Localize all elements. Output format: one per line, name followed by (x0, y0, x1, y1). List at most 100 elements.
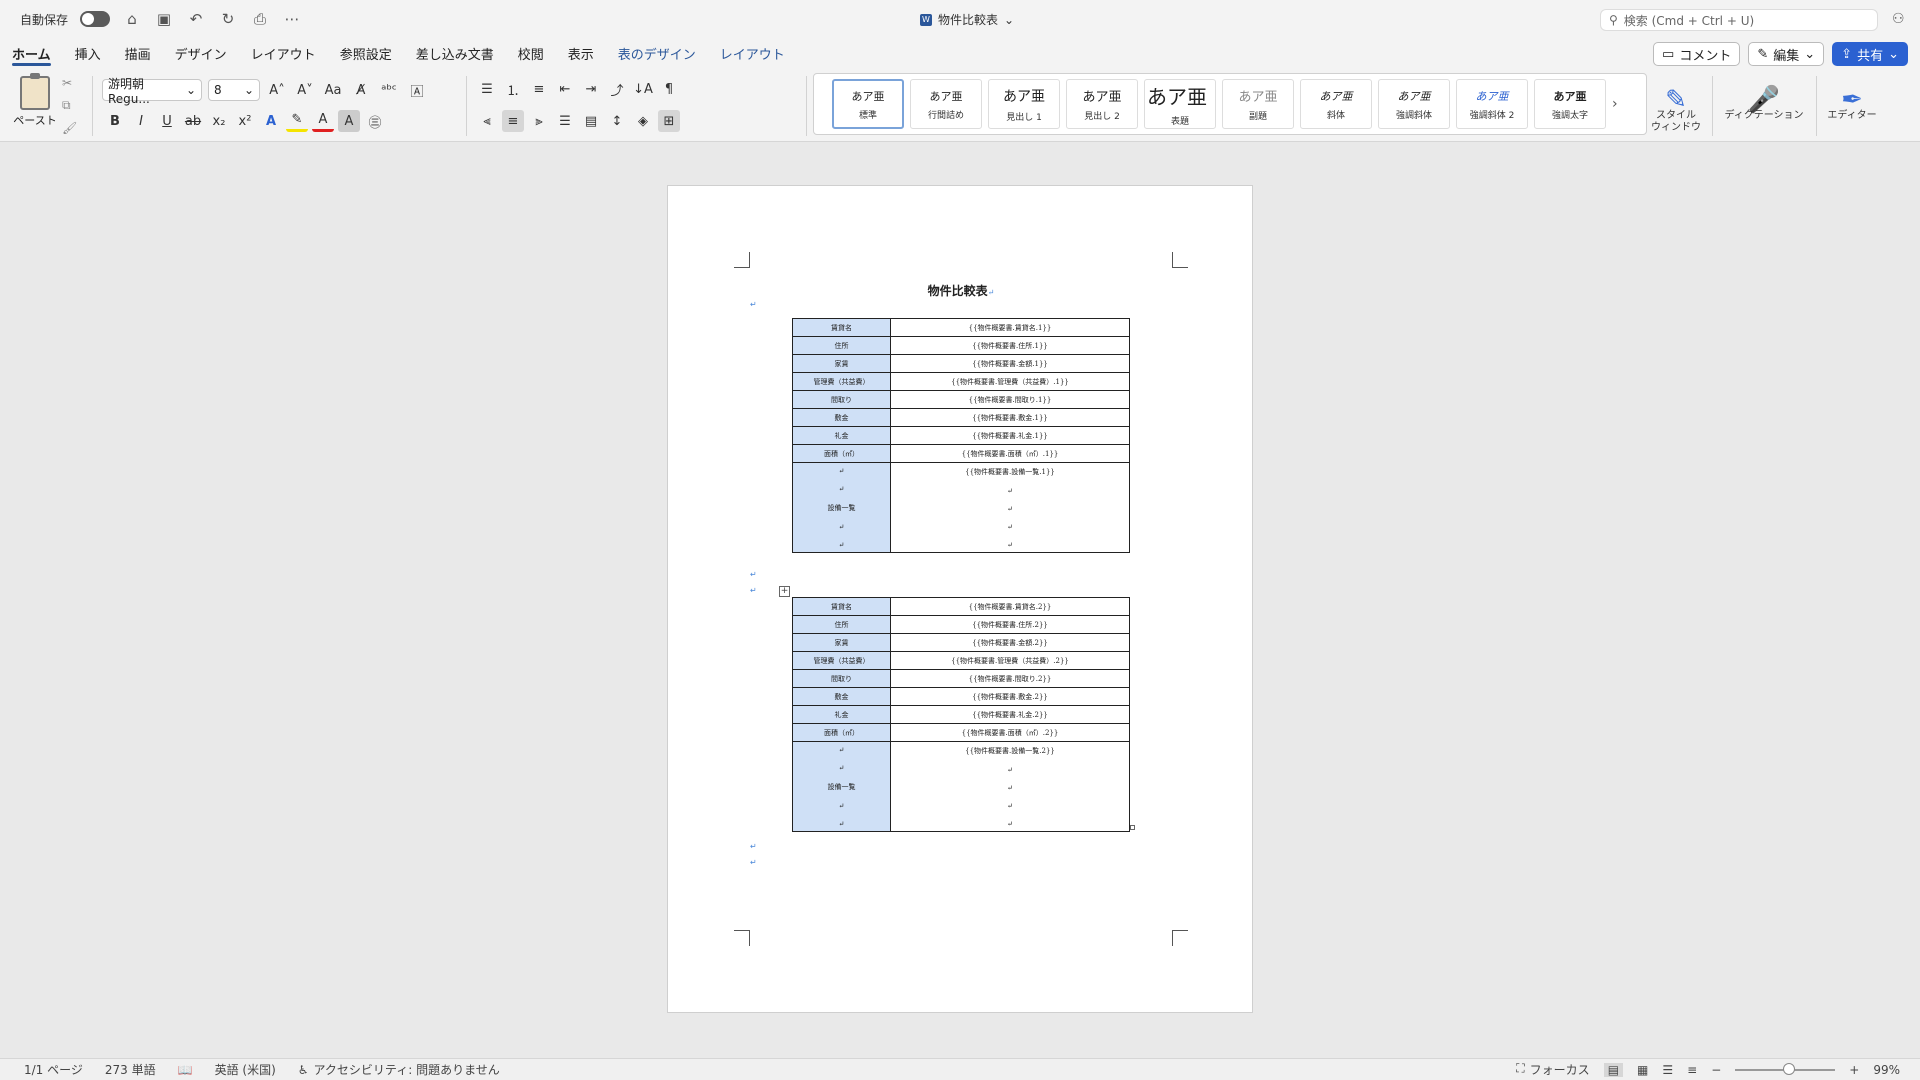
page-count[interactable]: 1/1 ページ (24, 1061, 83, 1078)
dictation-button[interactable]: 🎤 ディクテーション (1718, 74, 1810, 122)
row-value[interactable]: {{物件概要書.間取り.1}} (890, 390, 1130, 409)
character-border-icon[interactable]: 🄰 (406, 79, 428, 101)
row-label[interactable]: 敷金 (792, 687, 891, 706)
table-move-handle[interactable]: + (779, 586, 790, 597)
highlight-icon[interactable]: ✎ (286, 110, 308, 132)
row-label[interactable]: 賃貸名 (792, 318, 891, 337)
superscript-icon[interactable]: x² (234, 110, 256, 132)
row-value[interactable]: {{物件概要書.住所.2}} (890, 615, 1130, 634)
font-name-dropdown[interactable]: 游明朝 Regu... ⌄ (102, 77, 202, 106)
style-intense-emphasis-2[interactable]: あア亜 強調斜体 2 (1456, 79, 1528, 129)
row-label[interactable]: 敷金 (792, 408, 891, 427)
word-count[interactable]: 273 単語 (105, 1061, 156, 1078)
text-direction-icon[interactable]: ⤴ (606, 78, 628, 100)
style-intense-emphasis[interactable]: あア亜 強調斜体 (1378, 79, 1450, 129)
zoom-in-icon[interactable]: + (1849, 1063, 1859, 1077)
font-size-dropdown[interactable]: 8 ⌄ (208, 79, 260, 101)
row-label[interactable]: 面積（㎡） (792, 723, 891, 742)
tab-insert[interactable]: 挿入 (75, 38, 101, 68)
strikethrough-icon[interactable]: ab (182, 110, 204, 132)
style-strong[interactable]: あア亜 強調太字 (1534, 79, 1606, 129)
show-marks-icon[interactable]: ¶ (658, 78, 680, 100)
undo-icon[interactable]: ↶ (186, 9, 206, 29)
row-label[interactable]: 礼金 (792, 426, 891, 445)
change-case-icon[interactable]: Aa (322, 79, 344, 101)
tab-references[interactable]: 参照設定 (340, 38, 392, 68)
focus-mode-button[interactable]: ⛶ フォーカス (1516, 1061, 1589, 1078)
row-value[interactable]: {{物件概要書.賃貸名.2}} (890, 597, 1130, 616)
style-no-spacing[interactable]: あア亜 行間詰め (910, 79, 982, 129)
web-layout-icon[interactable]: ▦ (1637, 1063, 1648, 1077)
decrease-indent-icon[interactable]: ⇤ (554, 78, 576, 100)
shrink-font-icon[interactable]: A˅ (294, 79, 316, 101)
sort-icon[interactable]: ↓A (632, 78, 654, 100)
document-heading[interactable]: 物件比較表↵ (668, 282, 1254, 299)
row-label[interactable]: 住所 (792, 336, 891, 355)
accessibility-status[interactable]: ♿ アクセシビリティ: 問題ありません (298, 1061, 500, 1078)
print-icon[interactable]: ⎙ (250, 9, 270, 29)
home-icon[interactable]: ⌂ (122, 9, 142, 29)
row-value[interactable]: {{物件概要書.礼金.1}} (890, 426, 1130, 445)
edit-mode-button[interactable]: ✎ 編集 ⌄ (1748, 42, 1825, 66)
style-window-button[interactable]: ✎ スタイル ウィンドウ (1648, 74, 1704, 134)
phonetic-guide-icon[interactable]: ᵃᵇᶜ (378, 79, 400, 101)
account-icon[interactable]: ⚇ (1892, 11, 1905, 27)
table-resize-handle[interactable] (1130, 825, 1135, 830)
shading-icon[interactable]: ◈ (632, 110, 654, 132)
search-box[interactable]: ⚲ 検索 (Cmd + Ctrl + U) (1600, 9, 1878, 31)
property-table-2[interactable]: 賃貸名 {{物件概要書.賃貸名.2}} 住所 {{物件概要書.住所.2}} 家賃{{… (792, 597, 1130, 832)
zoom-slider-knob[interactable] (1783, 1062, 1796, 1075)
draft-view-icon[interactable]: ≡ (1687, 1063, 1697, 1077)
zoom-slider[interactable] (1735, 1062, 1836, 1075)
tab-view[interactable]: 表示 (568, 38, 594, 68)
bullets-icon[interactable]: ☰ (476, 78, 498, 100)
print-layout-icon[interactable]: ▤ (1603, 1062, 1624, 1077)
row-value[interactable]: {{物件概要書.賃貸名.1}} (890, 318, 1130, 337)
style-normal[interactable]: あア亜 標準 (832, 79, 904, 129)
tab-design[interactable]: デザイン (175, 38, 227, 68)
row-label[interactable]: 礼金 (792, 705, 891, 724)
tab-table-design[interactable]: 表のデザイン (618, 38, 696, 68)
style-heading-1[interactable]: あア亜 見出し 1 (988, 79, 1060, 129)
row-label[interactable]: 間取り (792, 390, 891, 409)
justify-icon[interactable]: ☰ (554, 110, 576, 132)
align-left-icon[interactable]: ⫷ (476, 110, 498, 132)
tab-mailings[interactable]: 差し込み文書 (416, 38, 494, 68)
row-label[interactable]: 家賃 (792, 354, 891, 373)
row-value[interactable]: {{物件概要書.管理費（共益費）.2}} (890, 651, 1130, 670)
line-spacing-icon[interactable]: ↕ (606, 110, 628, 132)
row-value[interactable]: {{物件概要書.金額.1}} (890, 354, 1130, 373)
row-label[interactable]: 住所 (792, 615, 891, 634)
tab-home[interactable]: ホーム (12, 38, 51, 68)
row-value[interactable]: {{物件概要書.間取り.2}} (890, 669, 1130, 688)
style-title[interactable]: あア亜 表題 (1144, 79, 1216, 129)
row-value[interactable]: {{物件概要書.住所.1}} (890, 336, 1130, 355)
row-label[interactable]: 管理費（共益費） (792, 651, 891, 670)
cut-icon[interactable]: ✂ (62, 76, 77, 90)
numbering-icon[interactable]: ⒈ (502, 78, 524, 100)
row-label[interactable]: 面積（㎡） (792, 444, 891, 463)
text-effects-icon[interactable]: A (260, 110, 282, 132)
comment-button[interactable]: ▭ コメント (1653, 42, 1741, 66)
facility-value-cell[interactable]: {{物件概要書.設備一覧.2}} ↵ ↵ ↵ ↵ (890, 741, 1130, 832)
subscript-icon[interactable]: x₂ (208, 110, 230, 132)
clear-format-icon[interactable]: A̸ (350, 79, 372, 101)
share-button[interactable]: ⇪ 共有 ⌄ (1832, 42, 1908, 66)
underline-icon[interactable]: U (156, 110, 178, 132)
character-shading-icon[interactable]: A (338, 110, 360, 132)
redo-icon[interactable]: ↻ (218, 9, 238, 29)
autosave-toggle[interactable] (80, 11, 111, 27)
document-page[interactable]: 物件比較表↵ ↵ 賃貸名 {{物件概要書.賃貸名.1}} 住所 {{物件概要書.住所… (667, 185, 1253, 1013)
row-value[interactable]: {{物件概要書.礼金.2}} (890, 705, 1130, 724)
language-status[interactable]: 英語 (米国) (215, 1061, 276, 1078)
editor-button[interactable]: ✒ エディター (1822, 74, 1882, 122)
align-right-icon[interactable]: ⫸ (528, 110, 550, 132)
row-value[interactable]: {{物件概要書.管理費（共益費）.1}} (890, 372, 1130, 391)
property-table-1[interactable]: 賃貸名 {{物件概要書.賃貸名.1}} 住所 {{物件概要書.住所.1}} 家賃{{… (792, 318, 1130, 553)
zoom-out-icon[interactable]: − (1711, 1063, 1721, 1077)
style-subtitle[interactable]: あア亜 副題 (1222, 79, 1294, 129)
proofing-icon[interactable]: 📖 (178, 1063, 193, 1077)
row-label[interactable]: 管理費（共益費） (792, 372, 891, 391)
chevron-right-icon[interactable]: › (1612, 96, 1618, 112)
more-icon[interactable]: ⋯ (282, 9, 302, 29)
